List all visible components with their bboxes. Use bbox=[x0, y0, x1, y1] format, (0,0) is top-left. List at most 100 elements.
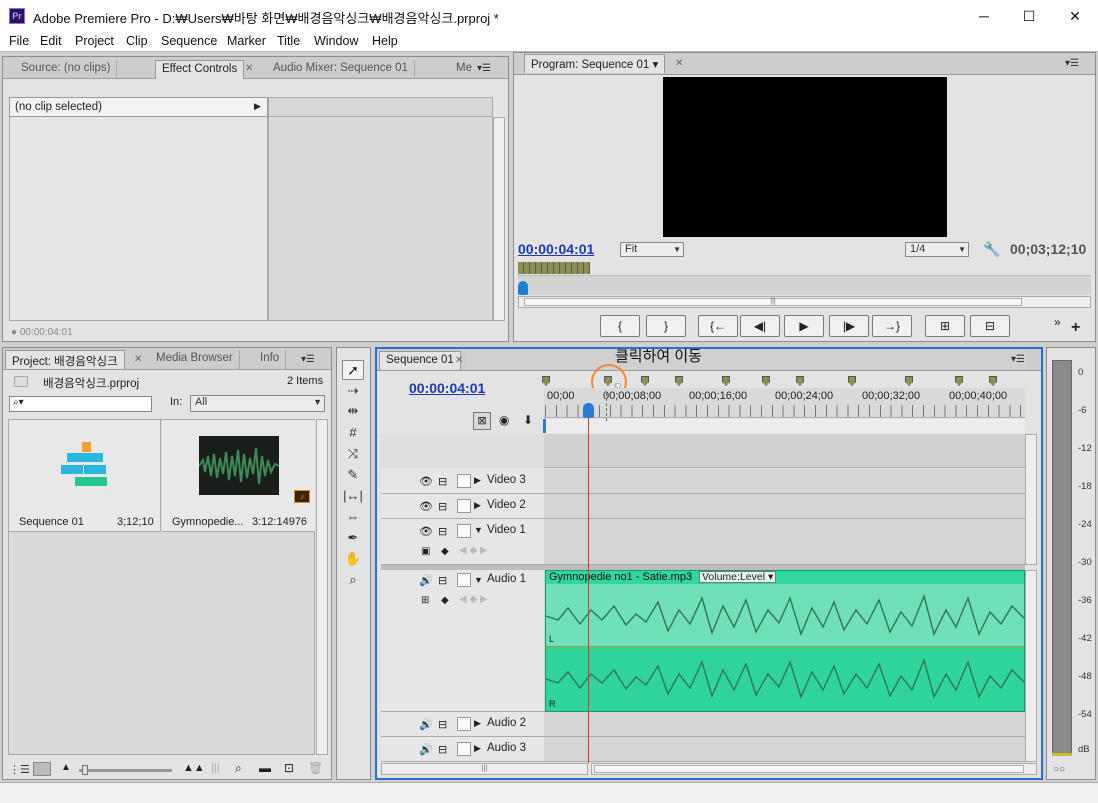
more-controls-icon[interactable]: » bbox=[1054, 315, 1061, 329]
fit-dropdown[interactable]: Fit ▼ bbox=[620, 242, 684, 257]
close-button[interactable]: ✕ bbox=[1052, 0, 1098, 32]
program-current-timecode[interactable]: 00:00:04:01 bbox=[518, 241, 594, 257]
eye-icon[interactable]: 👁 bbox=[419, 475, 433, 488]
track-lock-toggle[interactable] bbox=[457, 499, 471, 513]
icon-view-icon[interactable] bbox=[33, 762, 51, 776]
menu-title[interactable]: Title bbox=[277, 34, 300, 48]
tab-audio-mixer[interactable]: Audio Mixer: Sequence 01 bbox=[267, 60, 415, 79]
tab-sequence[interactable]: Sequence 01 bbox=[379, 351, 461, 370]
expand-arrow-icon[interactable]: ▶ bbox=[474, 475, 481, 486]
add-button-icon[interactable]: + bbox=[1071, 319, 1080, 337]
selection-tool-icon[interactable]: ➚ bbox=[342, 360, 364, 380]
tab-close-icon[interactable]: ✕ bbox=[455, 355, 463, 366]
tab-program[interactable]: Program: Sequence 01 ▾ bbox=[524, 54, 666, 73]
track-lock-toggle[interactable] bbox=[457, 573, 471, 587]
new-bin-icon[interactable]: ▬ bbox=[259, 761, 271, 775]
playhead-icon[interactable] bbox=[583, 403, 594, 418]
rate-stretch-tool-icon[interactable]: ⤨ bbox=[343, 445, 363, 463]
playhead-icon[interactable] bbox=[518, 281, 528, 295]
solo-icon[interactable]: ○○ bbox=[1053, 764, 1065, 775]
track-select-tool-icon[interactable]: ⇢ bbox=[343, 382, 363, 400]
timeline-current-timecode[interactable]: 00:00:04:01 bbox=[409, 380, 485, 396]
track-lock-toggle[interactable] bbox=[457, 474, 471, 488]
menu-project[interactable]: Project bbox=[75, 34, 114, 48]
trash-icon[interactable]: 🗑 bbox=[308, 761, 323, 775]
header-scrollbar[interactable]: ||| bbox=[381, 763, 588, 775]
go-to-out-button[interactable]: →} bbox=[872, 315, 912, 337]
clip-fx-dropdown[interactable]: Volume:Level ▾ bbox=[699, 571, 777, 583]
film-sync-icon[interactable]: ⊟ bbox=[438, 475, 447, 488]
step-forward-button[interactable]: |▶ bbox=[829, 315, 869, 337]
tab-close-icon[interactable]: ✕ bbox=[134, 354, 142, 365]
rolling-edit-tool-icon[interactable]: # bbox=[343, 424, 363, 442]
track-lock-toggle[interactable] bbox=[457, 742, 471, 756]
hand-tool-icon[interactable]: ✋ bbox=[343, 550, 363, 568]
tab-source[interactable]: Source: (no clips) bbox=[15, 60, 118, 79]
track-lock-toggle[interactable] bbox=[457, 524, 471, 538]
expand-arrow-icon[interactable]: ▶ bbox=[474, 743, 481, 754]
expand-down-icon[interactable]: ▼ bbox=[474, 575, 483, 585]
extract-button[interactable]: ⊟ bbox=[970, 315, 1010, 337]
tab-media-browser[interactable]: Media Browser bbox=[150, 350, 240, 369]
keyframe-nav-icon[interactable]: ◀ ◆ ▶ bbox=[459, 545, 488, 556]
zoom-out-icon[interactable]: ▲ bbox=[61, 762, 71, 773]
film-sync-icon[interactable]: ⊟ bbox=[438, 718, 447, 731]
panel-menu-icon[interactable]: ▾☰ bbox=[475, 63, 493, 75]
film-sync-icon[interactable]: ⊟ bbox=[438, 500, 447, 513]
search-input[interactable]: ⌕▾ bbox=[9, 396, 152, 412]
menu-clip[interactable]: Clip bbox=[126, 34, 148, 48]
tab-close-icon[interactable]: ✕ bbox=[245, 63, 253, 74]
slip-tool-icon[interactable]: |↔| bbox=[343, 487, 363, 505]
tab-close-icon[interactable]: ✕ bbox=[675, 58, 683, 69]
vertical-scrollbar[interactable] bbox=[493, 117, 505, 321]
mark-in-button[interactable]: { bbox=[600, 315, 640, 337]
expand-arrow-icon[interactable]: ▶ bbox=[474, 500, 481, 511]
panel-menu-icon[interactable]: ▾☰ bbox=[1063, 58, 1081, 70]
eye-icon[interactable]: 👁 bbox=[419, 500, 433, 513]
speaker-icon[interactable]: 🔊 bbox=[419, 718, 433, 731]
new-item-icon[interactable]: ⊡ bbox=[284, 761, 294, 775]
film-sync-icon[interactable]: ⊟ bbox=[438, 525, 447, 538]
pen-tool-icon[interactable]: ✒ bbox=[343, 529, 363, 547]
speaker-icon[interactable]: 🔊 bbox=[419, 574, 433, 587]
set-encore-marker-icon[interactable]: ◉ bbox=[499, 413, 509, 427]
menu-sequence[interactable]: Sequence bbox=[161, 34, 217, 48]
display-style-icon[interactable]: ▣ bbox=[421, 546, 430, 557]
maximize-button[interactable]: ☐ bbox=[1006, 0, 1052, 32]
keyframe-icon[interactable]: ◆ bbox=[441, 595, 449, 606]
lift-button[interactable]: ⊞ bbox=[925, 315, 965, 337]
razor-tool-icon[interactable]: ✎ bbox=[343, 466, 363, 484]
video-scrollbar[interactable] bbox=[1025, 434, 1037, 565]
zoom-tool-icon[interactable]: ⌕ bbox=[343, 571, 363, 589]
slide-tool-icon[interactable]: ⇔ bbox=[343, 508, 363, 526]
thumbnail-zoom-slider[interactable] bbox=[79, 765, 172, 775]
zoom-in-icon[interactable]: ▲▲ bbox=[183, 762, 205, 774]
vertical-scrollbar[interactable] bbox=[316, 419, 328, 755]
menu-file[interactable]: File bbox=[9, 34, 29, 48]
snap-icon[interactable]: ⊠ bbox=[473, 412, 491, 430]
resolution-dropdown[interactable]: 1/4 ▼ bbox=[905, 242, 969, 257]
in-dropdown[interactable]: All ▼ bbox=[190, 395, 325, 412]
tab-effect-controls[interactable]: Effect Controls bbox=[155, 60, 245, 79]
minimize-button[interactable]: ─ bbox=[961, 0, 1007, 32]
project-item-audio[interactable]: ♪ Gymnopedie... 3:12:14976 bbox=[162, 420, 315, 532]
step-back-button[interactable]: ◀| bbox=[740, 315, 780, 337]
project-item-sequence[interactable]: Sequence 01 3;12;10 bbox=[9, 420, 161, 532]
track-lock-toggle[interactable] bbox=[457, 717, 471, 731]
work-area-bar[interactable] bbox=[544, 419, 1025, 433]
audio-clip[interactable]: Gymnopedie no1 - Satie.mp3 Volume:Level … bbox=[545, 570, 1025, 712]
zoom-scrollbar[interactable]: ||| bbox=[518, 296, 1091, 308]
audio-scrollbar[interactable] bbox=[1025, 570, 1037, 762]
find-icon[interactable]: ⌕ bbox=[235, 761, 242, 776]
panel-menu-icon[interactable]: ▾☰ bbox=[299, 354, 317, 366]
menu-window[interactable]: Window bbox=[314, 34, 358, 48]
ripple-edit-tool-icon[interactable]: ⇹ bbox=[343, 402, 363, 420]
eye-icon[interactable]: 👁 bbox=[419, 525, 433, 538]
set-marker-icon[interactable]: ⬇ bbox=[523, 413, 533, 427]
go-to-in-button[interactable]: {← bbox=[698, 315, 738, 337]
film-sync-icon[interactable]: ⊟ bbox=[438, 743, 447, 756]
menu-marker[interactable]: Marker bbox=[227, 34, 266, 48]
tab-project[interactable]: Project: 배경음악싱크 bbox=[5, 350, 125, 369]
film-sync-icon[interactable]: ⊟ bbox=[438, 574, 447, 587]
list-view-icon[interactable]: ⋮☰ bbox=[9, 763, 30, 776]
